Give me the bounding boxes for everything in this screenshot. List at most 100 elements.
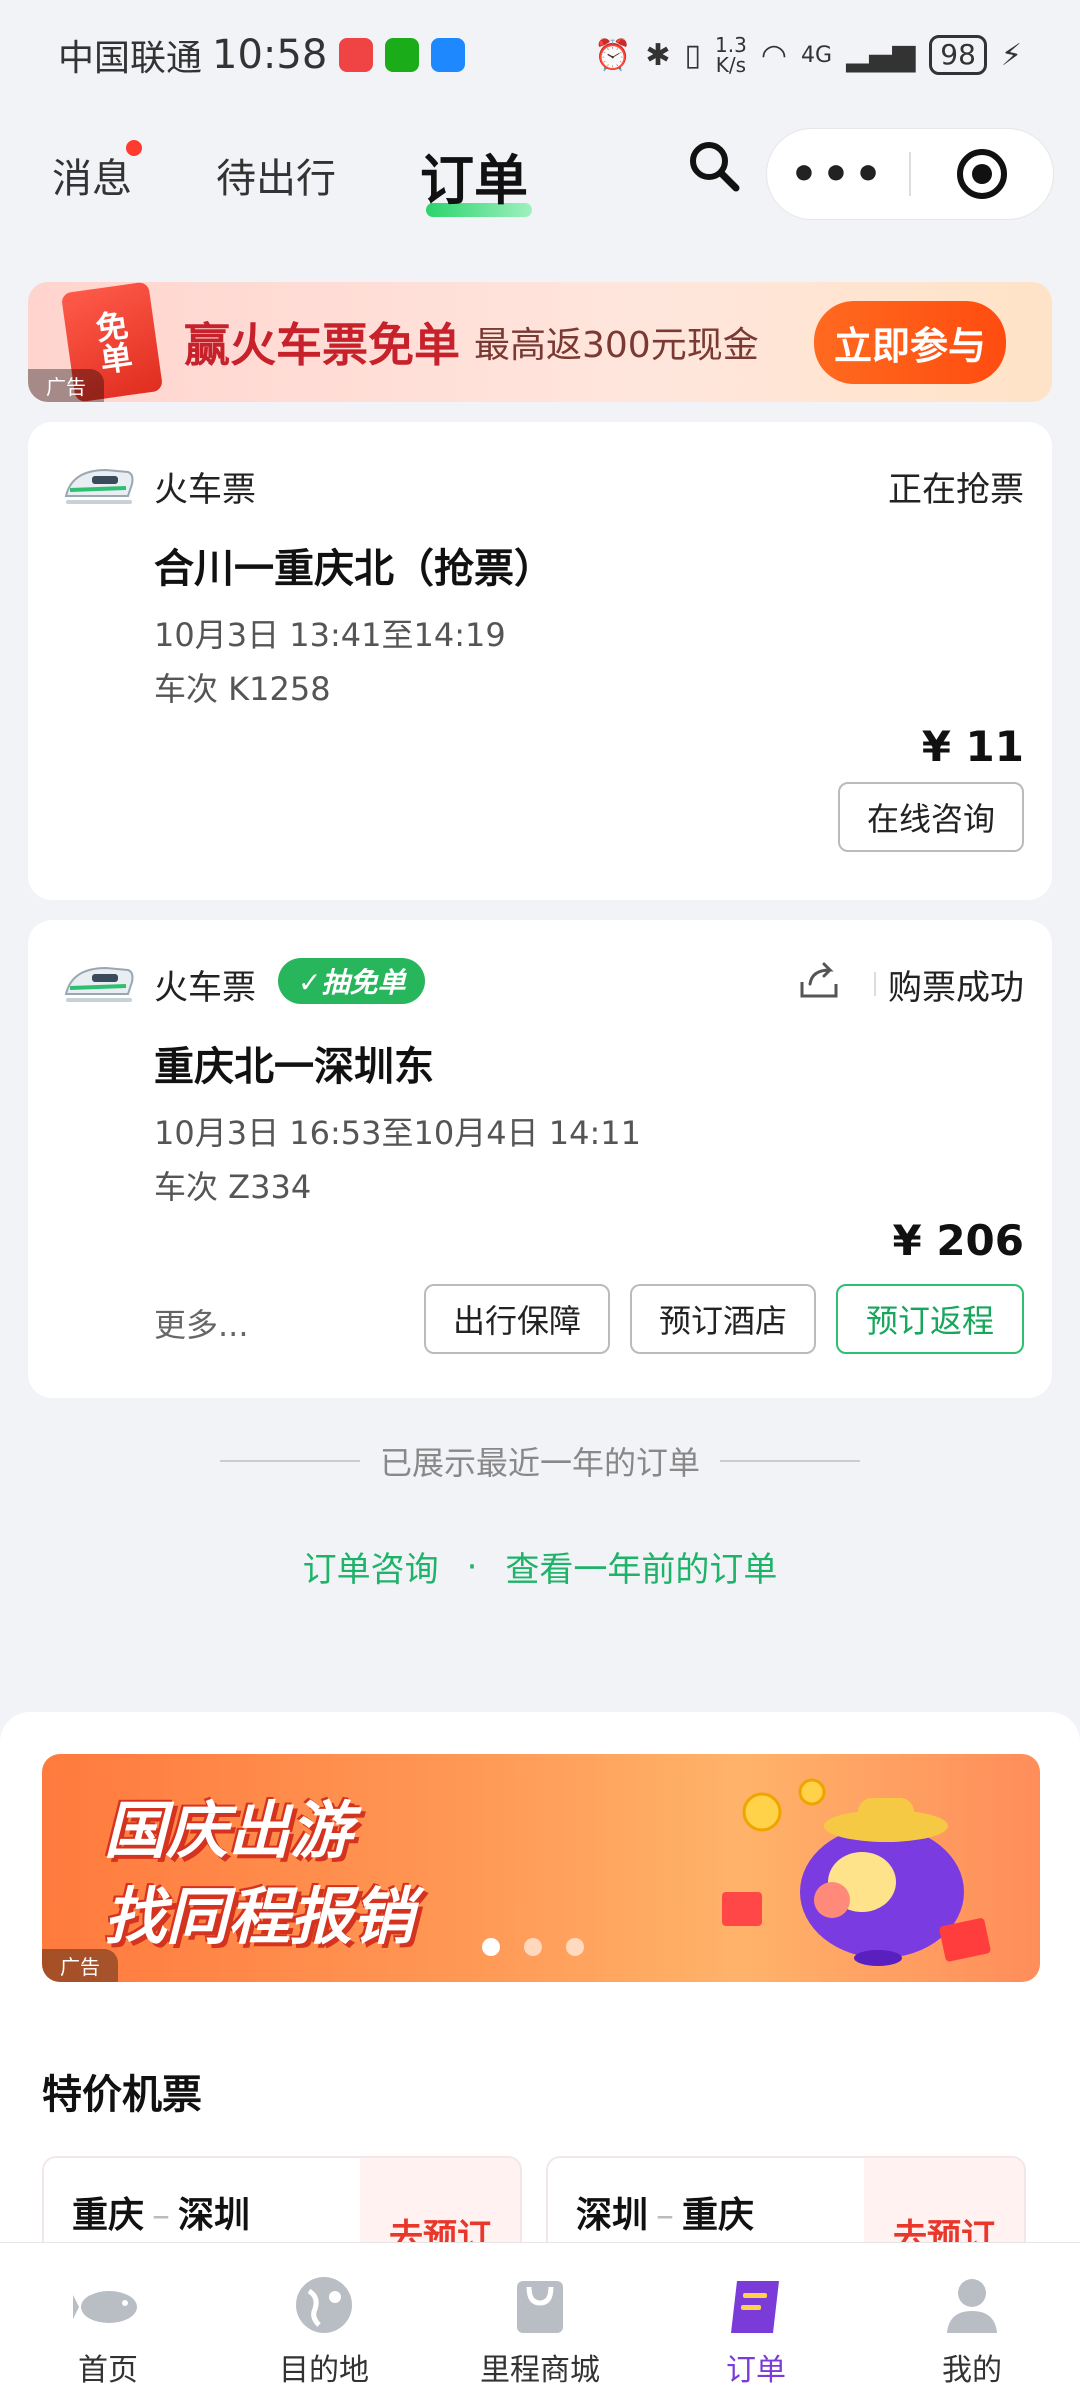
nav-orders[interactable]: 订单 xyxy=(648,2243,864,2400)
mini-program-capsule: ••• xyxy=(766,128,1054,220)
unread-dot xyxy=(126,140,142,156)
order-price: ¥ 11 xyxy=(921,722,1024,771)
carousel-dots xyxy=(482,1938,584,1956)
bluetooth-icon: ✱ xyxy=(645,37,671,73)
shopping-bag-icon xyxy=(517,2281,563,2333)
tab-messages-label: 消息 xyxy=(52,156,132,202)
nav-profile[interactable]: 我的 xyxy=(864,2243,1080,2400)
flight-origin: 深圳 xyxy=(576,2195,649,2236)
clock: 10:58 xyxy=(212,32,328,78)
alarm-icon: ⏰ xyxy=(594,37,632,73)
flight-route: 重庆 – 深圳 xyxy=(72,2186,250,2238)
section-title: 特价机票 xyxy=(42,2072,202,2118)
nav-mileage-mall[interactable]: 里程商城 xyxy=(432,2243,648,2400)
carousel-dot xyxy=(566,1938,584,1956)
route-dash: – xyxy=(152,2195,171,2236)
travel-protection-button[interactable]: 出行保障 xyxy=(424,1284,610,1354)
promo-banner[interactable]: 国庆出游 找同程报销 广告 xyxy=(42,1754,1040,1982)
charging-icon: ⚡ xyxy=(1000,37,1022,73)
route-dash: – xyxy=(656,2195,675,2236)
order-time: 10月3日 13:41至14:19 xyxy=(154,616,506,654)
tab-orders[interactable]: 订单 xyxy=(420,136,532,217)
order-card[interactable]: 火车票 ✓抽免单 购票成功 重庆北一深圳东 10月3日 16:53至10月4日 … xyxy=(28,920,1052,1398)
free-order-badge[interactable]: ✓抽免单 xyxy=(278,958,426,1004)
network-type: 4G xyxy=(801,42,833,68)
bottom-navigation: 首页 目的地 里程商城 订单 我的 xyxy=(0,2242,1080,2400)
train-number: 车次 K1258 xyxy=(154,670,331,708)
search-icon[interactable] xyxy=(684,136,744,196)
nav-home[interactable]: 首页 xyxy=(0,2243,216,2400)
user-icon xyxy=(947,2279,997,2333)
huawei-app-icon xyxy=(339,38,374,72)
close-mini-program-icon[interactable] xyxy=(911,146,1053,202)
divider-line xyxy=(219,1460,360,1462)
ad-banner[interactable]: 免单 赢火车票免单 最高返300元现金 立即参与 广告 xyxy=(28,282,1052,402)
nav-label: 首页 xyxy=(78,2353,138,2388)
order-route: 合川一重庆北（抢票） xyxy=(154,546,554,592)
carousel-dot xyxy=(482,1938,500,1956)
order-type: 火车票 xyxy=(154,968,256,1008)
history-note: 已展示最近一年的订单 xyxy=(379,1444,700,1482)
order-links: 订单咨询 · 查看一年前的订单 xyxy=(0,1542,1080,1591)
book-return-button[interactable]: 预订返程 xyxy=(836,1284,1024,1354)
ad-tag: 广告 xyxy=(28,369,104,402)
net-speed: 1.3 K/s xyxy=(715,35,747,75)
link-separator: · xyxy=(466,1546,478,1587)
status-divider xyxy=(874,972,876,996)
older-orders-link[interactable]: 查看一年前的订单 xyxy=(505,1542,777,1591)
flight-destination: 深圳 xyxy=(178,2195,251,2236)
tab-orders-label: 订单 xyxy=(420,148,528,212)
nav-label: 里程商城 xyxy=(480,2353,600,2388)
order-card[interactable]: 火车票 正在抢票 合川一重庆北（抢票） 10月3日 13:41至14:19 车次… xyxy=(28,422,1052,900)
status-indicators: ⏰ ✱ ▯ 1.3 K/s ◠ 4G ▂▄▆ 98 ⚡ xyxy=(594,35,1022,75)
join-now-button[interactable]: 立即参与 xyxy=(813,300,1006,384)
history-divider: 已展示最近一年的订单 xyxy=(0,1438,1080,1484)
nav-destination[interactable]: 目的地 xyxy=(216,2243,432,2400)
order-price: ¥ 206 xyxy=(892,1216,1024,1265)
flight-destination: 重庆 xyxy=(682,2195,755,2236)
tab-messages[interactable]: 消息 xyxy=(52,140,142,204)
battery-indicator: 98 xyxy=(929,35,987,75)
share-icon[interactable] xyxy=(796,958,842,1004)
order-book-icon xyxy=(731,2281,779,2333)
promo-line-1: 国庆出游 xyxy=(104,1794,353,1867)
vibrate-icon: ▯ xyxy=(684,37,702,73)
order-status: 正在抢票 xyxy=(888,470,1024,510)
order-time: 10月3日 16:53至10月4日 14:11 xyxy=(154,1114,641,1152)
order-route: 重庆北一深圳东 xyxy=(154,1044,434,1090)
home-fish-icon xyxy=(73,2291,137,2323)
tab-upcoming-label: 待出行 xyxy=(216,156,336,202)
book-hotel-button[interactable]: 预订酒店 xyxy=(630,1284,816,1354)
more-options-link[interactable]: 更多... xyxy=(154,1300,249,1346)
order-consult-link[interactable]: 订单咨询 xyxy=(303,1542,439,1591)
wifi-icon: ◠ xyxy=(760,37,788,73)
train-number: 车次 Z334 xyxy=(154,1168,312,1206)
ad-tag: 广告 xyxy=(42,1949,118,1982)
train-icon xyxy=(64,468,134,504)
signal-icon: ▂▄▆ xyxy=(846,37,916,73)
train-icon xyxy=(64,966,134,1002)
tab-upcoming-trips[interactable]: 待出行 xyxy=(216,146,336,204)
flight-route: 深圳 – 重庆 xyxy=(576,2186,754,2238)
online-consult-button[interactable]: 在线咨询 xyxy=(838,782,1024,852)
message-app-icon xyxy=(431,38,466,72)
recommendation-section: 国庆出游 找同程报销 广告 特价机票 重庆 – 深圳 去预订 深圳 – 重庆 去… xyxy=(0,1712,1080,2276)
mascot-illustration xyxy=(722,1778,991,1966)
promo-line-2: 找同程报销 xyxy=(104,1880,415,1953)
order-status: 购票成功 xyxy=(888,968,1024,1008)
nav-label: 我的 xyxy=(942,2353,1002,2388)
more-options-icon[interactable]: ••• xyxy=(767,149,909,200)
carousel-dot xyxy=(524,1938,542,1956)
nav-label: 目的地 xyxy=(279,2353,369,2388)
flight-origin: 重庆 xyxy=(72,2195,145,2236)
order-type: 火车票 xyxy=(154,470,256,510)
wechat-icon xyxy=(385,38,420,72)
divider-line xyxy=(720,1460,860,1462)
top-navigation: 消息 待出行 订单 ••• xyxy=(0,110,1080,240)
nav-label: 订单 xyxy=(726,2353,786,2388)
globe-icon xyxy=(296,2277,352,2333)
carrier-name: 中国联通 xyxy=(58,38,203,79)
net-speed-unit: K/s xyxy=(715,53,747,77)
ad-title: 赢火车票免单 xyxy=(184,318,460,372)
ad-subtitle: 最高返300元现金 xyxy=(474,325,759,366)
